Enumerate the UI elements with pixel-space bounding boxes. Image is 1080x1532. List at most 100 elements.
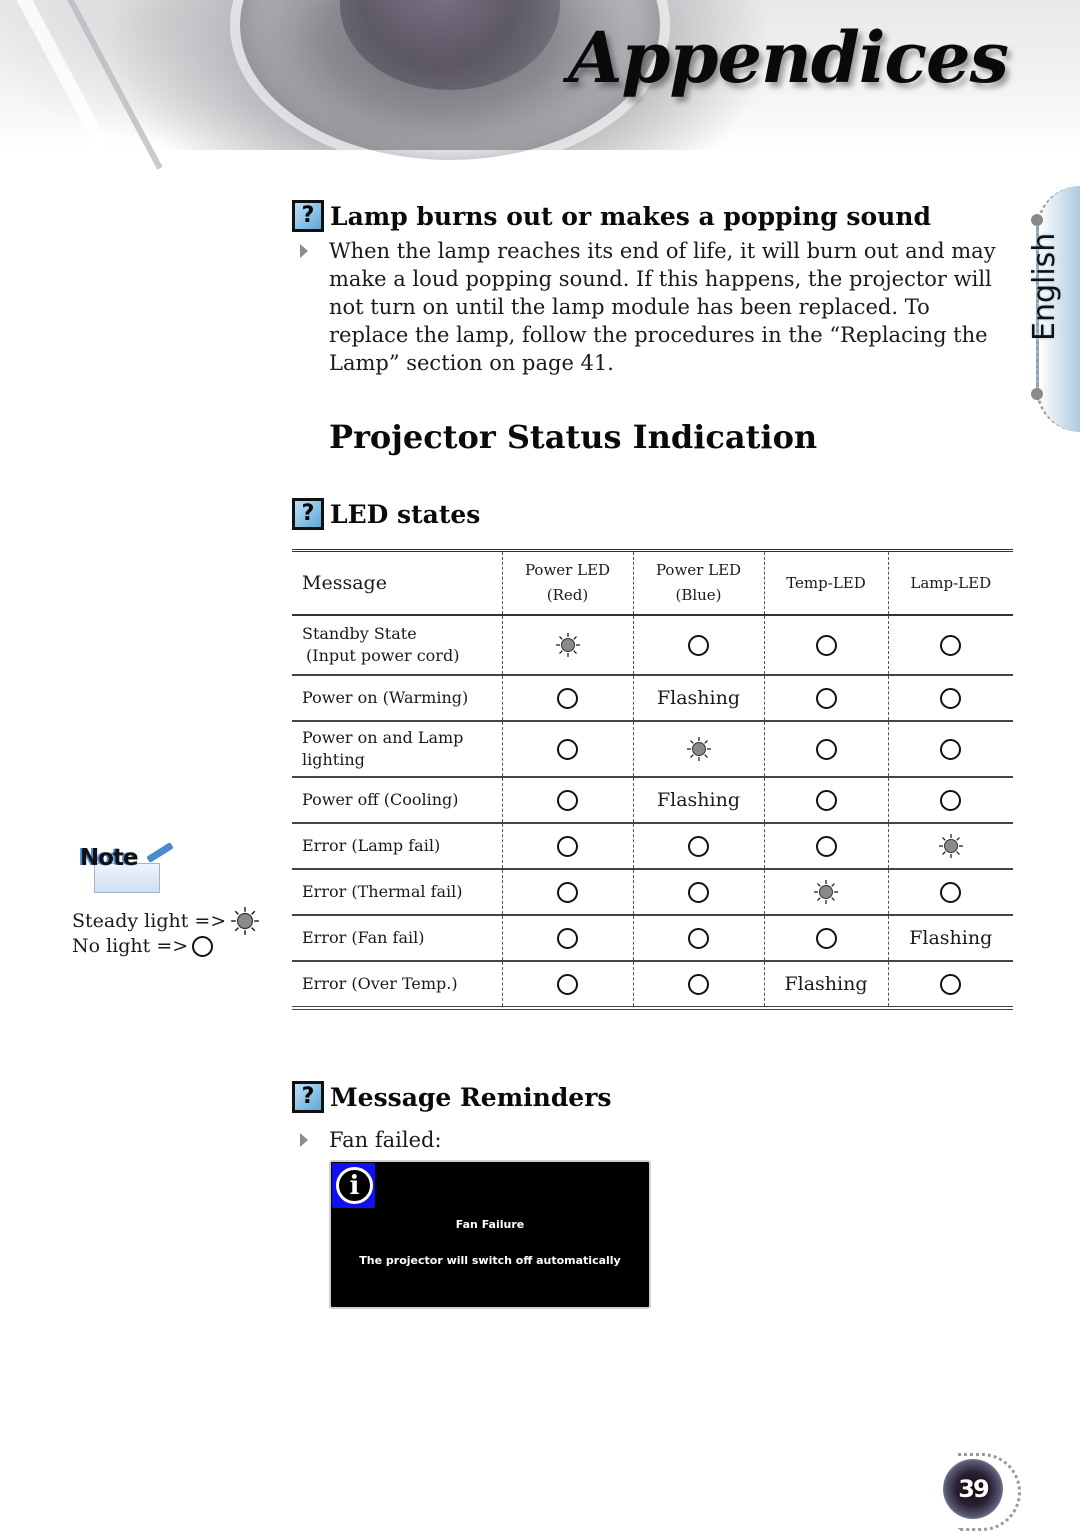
- led-state-cell: [632, 961, 764, 1008]
- led-state-cell: [887, 615, 1013, 675]
- message-cell: Power on and Lamp lighting: [292, 721, 502, 777]
- led-off-icon: [815, 836, 837, 857]
- column-header: Message: [292, 551, 502, 616]
- led-on-icon: [938, 834, 963, 858]
- section-title: Projector Status Indication: [329, 418, 818, 456]
- message-cell: Error (Fan fail): [292, 915, 502, 961]
- led-heading-text: LED states: [330, 499, 481, 529]
- led-state-cell: [763, 915, 888, 961]
- legend-steady-text: Steady light =>: [72, 910, 227, 932]
- lamp-heading: ? Lamp burns out or makes a popping soun…: [292, 200, 931, 232]
- column-header-line2: (Red): [546, 586, 589, 604]
- led-state-cell: [501, 777, 633, 823]
- led-off-icon: [557, 739, 578, 760]
- led-state-cell: [887, 777, 1013, 823]
- led-state-cell: [887, 823, 1013, 869]
- led-state-cell: [887, 961, 1013, 1008]
- column-header-line1: Lamp-LED: [910, 573, 992, 592]
- led-state-cell: [501, 675, 633, 721]
- bullet-arrow-icon: [300, 244, 308, 258]
- led-state-cell: [887, 675, 1013, 721]
- question-icon: ?: [292, 200, 324, 232]
- led-on-icon: [686, 737, 711, 761]
- legend-no-light-text: No light =>: [72, 935, 189, 957]
- led-on-icon: [231, 907, 260, 935]
- led-off-icon: [815, 688, 837, 709]
- led-state-cell: [763, 869, 888, 915]
- led-off-icon: [940, 974, 962, 995]
- column-header-line2: (Blue): [675, 586, 722, 604]
- lamp-paragraph: When the lamp reaches its end of life, i…: [300, 237, 1012, 377]
- column-header: Temp-LED: [763, 550, 888, 615]
- led-off-icon: [557, 974, 578, 995]
- message-cell: Error (Thermal fail): [292, 869, 502, 915]
- led-state-cell: [763, 721, 888, 777]
- led-state-cell: [887, 721, 1013, 777]
- message-cell: Error (Lamp fail): [292, 823, 502, 869]
- message-text: Error (Fan fail): [302, 928, 425, 947]
- led-off-icon: [688, 882, 709, 903]
- led-off-icon: [557, 882, 578, 903]
- table-row: Error (Over Temp.) Flashing: [292, 961, 1013, 1008]
- table-row: Standby State (Input power cord): [292, 615, 1013, 675]
- table-header-row: Message Power LED (Red) Power LED (Blue) Temp…: [292, 550, 1013, 616]
- led-state-cell: [501, 615, 633, 675]
- column-header-line1: Temp-LED: [786, 573, 866, 592]
- column-header-line1: Message: [302, 571, 387, 594]
- table-row: Error (Lamp fail): [292, 823, 1013, 869]
- lamp-heading-text: Lamp burns out or makes a popping sound: [330, 201, 931, 231]
- column-header: Lamp-LED: [887, 550, 1013, 615]
- led-off-icon: [557, 928, 578, 949]
- led-off-icon: [688, 635, 709, 656]
- led-off-icon: [557, 836, 578, 857]
- legend-steady-light: Steady light =>: [72, 906, 260, 936]
- led-off-icon: [815, 635, 837, 656]
- osd-title: Fan Failure: [455, 1218, 525, 1231]
- led-state-cell: [763, 675, 888, 721]
- flashing-label: Flashing: [909, 927, 993, 949]
- led-state-cell: [887, 869, 1013, 915]
- message-text: Error (Over Temp.): [302, 974, 458, 993]
- led-off-icon: [688, 974, 709, 995]
- page-title: Appendices: [568, 16, 1009, 99]
- message-text: Standby State: [302, 624, 417, 643]
- led-off-icon: [815, 739, 837, 760]
- question-icon: ?: [292, 498, 324, 530]
- flashing-label: Flashing: [656, 789, 741, 811]
- language-label: English: [1027, 232, 1062, 341]
- message-cell: Standby State (Input power cord): [292, 615, 502, 675]
- led-on-icon: [555, 633, 580, 657]
- led-state-cell: [501, 823, 633, 869]
- decorative-stripe: [13, 0, 121, 172]
- led-off-icon: [557, 688, 578, 709]
- led-state-cell: Flashing: [632, 675, 764, 721]
- column-header-line1: Power LED: [524, 561, 611, 579]
- column-header: Power LED (Red): [501, 550, 633, 615]
- led-state-cell: [501, 721, 633, 777]
- led-state-cell: [632, 615, 764, 675]
- table-row: Power on and Lamp lighting: [292, 721, 1013, 777]
- message-text-line2: lighting: [302, 750, 365, 769]
- column-header: Power LED (Blue): [632, 550, 764, 615]
- flashing-label: Flashing: [784, 973, 868, 995]
- message-text-line2: (Input power cord): [306, 646, 460, 665]
- led-off-icon: [940, 635, 962, 656]
- led-states-table: Message Power LED (Red) Power LED (Blue) Temp…: [292, 549, 1013, 1010]
- led-off-icon: [557, 790, 578, 811]
- message-text: Power on (Warming): [302, 688, 469, 707]
- message-text: Power off (Cooling): [302, 790, 459, 809]
- led-heading: ? LED states: [292, 498, 480, 530]
- led-state-cell: [501, 961, 633, 1008]
- led-state-cell: [632, 721, 764, 777]
- fan-failed-item: Fan failed:: [300, 1126, 1020, 1154]
- led-off-icon: [940, 739, 962, 760]
- bullet-arrow-icon: [300, 1133, 308, 1147]
- led-state-cell: [632, 915, 764, 961]
- led-off-icon: [940, 688, 962, 709]
- led-state-cell: [501, 869, 633, 915]
- message-cell: Power off (Cooling): [292, 777, 502, 823]
- lamp-paragraph-text: When the lamp reaches its end of life, i…: [329, 239, 996, 375]
- led-off-icon: [940, 882, 962, 903]
- fan-failed-text: Fan failed:: [329, 1128, 442, 1152]
- table-row: Error (Thermal fail): [292, 869, 1013, 915]
